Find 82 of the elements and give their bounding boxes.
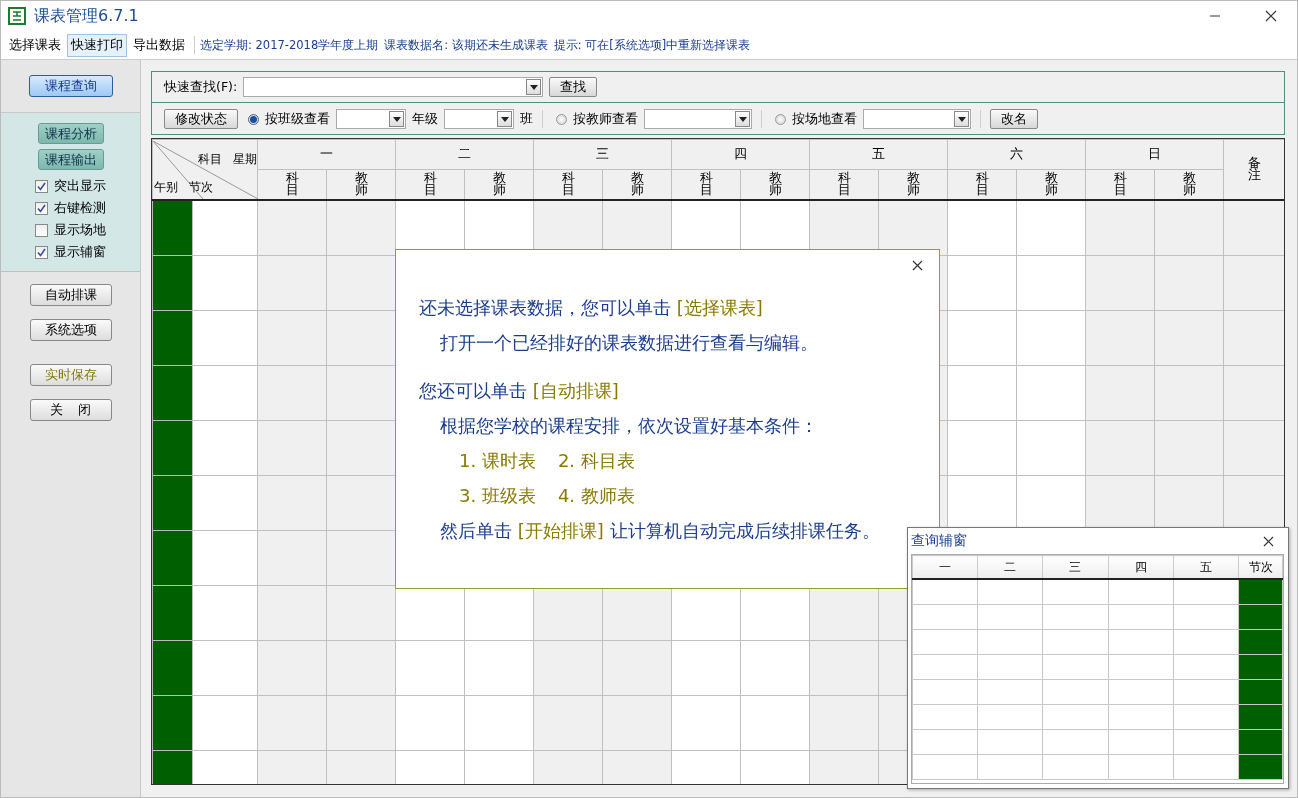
- query-button[interactable]: 课程查询: [28, 75, 113, 97]
- notes-header: 备注: [1223, 139, 1284, 200]
- day-header: 五: [809, 139, 948, 170]
- day-header: 二: [395, 139, 534, 170]
- link[interactable]: [自动排课]: [532, 380, 619, 401]
- link[interactable]: [开始排课]: [517, 520, 604, 541]
- toolbar-button[interactable]: 改名: [990, 109, 1038, 129]
- close-icon[interactable]: [1265, 10, 1277, 22]
- window-title: 查询辅窗: [911, 532, 967, 550]
- column-header: 教师: [326, 169, 396, 200]
- radio-label: 按班级查看: [265, 110, 330, 128]
- window-title: 课表管理6.7.1: [34, 5, 139, 27]
- message-text: 打开一个已经排好的课表数据进行查看与编辑。: [439, 331, 819, 355]
- column-header: 科目: [257, 169, 327, 200]
- checkbox[interactable]: [34, 223, 48, 237]
- column-header: 五: [1173, 555, 1239, 579]
- message-text: 根据您学校的课程安排，依次设置好基本条件：: [439, 414, 819, 438]
- checkbox-label: 显示辅窗: [53, 243, 106, 261]
- column-header: 节次: [1238, 555, 1283, 579]
- radio-label: 按场地查看: [792, 110, 857, 128]
- find-button[interactable]: 查找: [549, 77, 598, 97]
- menu-item[interactable]: 导出数据: [129, 33, 189, 57]
- column-header: 科目: [395, 169, 465, 200]
- column-header: 教师: [1154, 169, 1224, 200]
- panel-button[interactable]: 课程输出: [37, 149, 104, 170]
- sidebar-button[interactable]: 关 闭: [29, 399, 112, 421]
- checkbox-label: 显示场地: [53, 221, 106, 239]
- app-icon: [8, 7, 26, 25]
- link[interactable]: 2. 科目表: [557, 443, 635, 478]
- checkbox[interactable]: [34, 179, 48, 193]
- radio-label: 按教师查看: [573, 110, 638, 128]
- header-label: 午别: [154, 178, 178, 196]
- field-label: 年级: [412, 110, 438, 128]
- column-header: 科目: [809, 169, 879, 200]
- header-label: 星期: [233, 150, 257, 168]
- column-header: 教师: [464, 169, 534, 200]
- info-text: 提示: 可在[系统选项]中重新选择课表: [553, 37, 751, 53]
- radio-button[interactable]: [556, 113, 567, 125]
- link[interactable]: 4. 教师表: [557, 478, 635, 513]
- column-header: 科目: [533, 169, 603, 200]
- menu-item[interactable]: 选择课表: [5, 33, 65, 57]
- sidebar-button[interactable]: 实时保存: [29, 364, 112, 386]
- day-header: 四: [671, 139, 810, 170]
- message-text: 您还可以单击 [自动排课]: [419, 379, 620, 403]
- column-header: 教师: [740, 169, 810, 200]
- header-label: 科目: [198, 150, 222, 168]
- link[interactable]: [选择课表]: [676, 297, 763, 318]
- day-header: 日: [1085, 139, 1224, 170]
- link[interactable]: 1. 课时表: [459, 443, 536, 478]
- toolbar-button[interactable]: 修改状态: [164, 109, 238, 129]
- column-header: 科目: [671, 169, 741, 200]
- info-text: 课表数据名: 该期还未生成课表: [384, 37, 548, 53]
- quick-find-field[interactable]: [243, 77, 544, 97]
- column-header: 三: [1042, 555, 1109, 579]
- column-header: 教师: [602, 169, 672, 200]
- checkbox[interactable]: [34, 201, 48, 215]
- sidebar-button[interactable]: 系统选项: [29, 319, 112, 341]
- day-header: 六: [947, 139, 1086, 170]
- checkbox[interactable]: [34, 245, 48, 259]
- panel-button[interactable]: 课程分析: [37, 123, 104, 144]
- day-header: 一: [257, 139, 396, 170]
- radio-button[interactable]: [248, 113, 259, 125]
- column-header: 二: [977, 555, 1043, 579]
- sidebar-button[interactable]: 自动排课: [29, 284, 112, 306]
- column-header: 一: [912, 555, 978, 579]
- column-header: 教师: [1016, 169, 1086, 200]
- close-button[interactable]: [910, 258, 925, 273]
- menu-item[interactable]: 快速打印: [67, 33, 127, 57]
- day-header: 三: [533, 139, 672, 170]
- radio-button[interactable]: [775, 113, 786, 125]
- message-text: 还未选择课表数据，您可以单击 [选择课表]: [419, 296, 764, 320]
- column-header: 教师: [878, 169, 948, 200]
- checkbox-label: 突出显示: [53, 177, 106, 195]
- info-text: 选定学期: 2017-2018学年度上期: [200, 37, 379, 53]
- field-label: 班: [520, 110, 533, 128]
- header-label: 节次: [189, 178, 213, 196]
- field-label: 快速查找(F):: [164, 78, 238, 96]
- column-header: 四: [1108, 555, 1174, 579]
- checkbox-label: 右键检测: [53, 199, 106, 217]
- column-header: 科目: [947, 169, 1017, 200]
- column-header: 科目: [1085, 169, 1155, 200]
- link[interactable]: 3. 班级表: [459, 478, 536, 513]
